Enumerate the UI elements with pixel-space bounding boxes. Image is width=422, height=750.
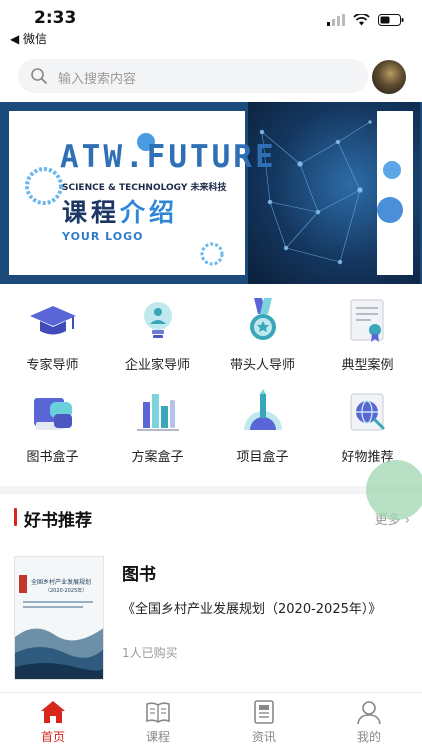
grid-item-expert-mentor[interactable]: 专家导师 [0, 296, 105, 382]
section-divider [0, 486, 422, 494]
grid-label: 项目盒子 [236, 450, 289, 465]
signal-icon [327, 14, 345, 26]
banner-subtitle: SCIENCE & TECHNOLOGY 未来科技 [62, 183, 227, 193]
banner-heading: 课程介绍 [62, 193, 178, 229]
book-cover-image: 全国乡村产业发展规划 （2020-2025年） [14, 556, 104, 680]
bottom-tab-bar: 首页 课程 资讯 我的 [0, 692, 422, 750]
banner-title: ATW.FUTURE [60, 139, 277, 175]
status-bar: 2:33 ◀ 微信 [0, 0, 422, 48]
banner-heading-light: 介绍 [120, 198, 179, 227]
books-icon [34, 398, 72, 430]
tab-home[interactable]: 首页 [13, 699, 93, 747]
search-input[interactable]: 输入搜索内容 [18, 59, 368, 93]
tab-courses[interactable]: 课程 [118, 699, 198, 747]
medal-icon [250, 298, 276, 340]
recommended-books-header: 好书推荐 更多 › [0, 500, 422, 534]
cover-subtitle: （2020-2025年） [45, 587, 87, 594]
grid-label: 典型案例 [341, 358, 394, 373]
avatar[interactable] [372, 60, 406, 94]
grid-label: 企业家导师 [124, 358, 190, 373]
section-accent-bar [14, 508, 17, 526]
home-icon [41, 701, 65, 723]
book-open-icon [146, 702, 170, 723]
floating-assist-button[interactable] [366, 460, 422, 520]
section-title: 好书推荐 [24, 511, 92, 531]
grid-label: 图书盒子 [26, 450, 79, 465]
grid-item-plan-box[interactable]: 方案盒子 [105, 388, 210, 474]
battery-icon [378, 14, 404, 26]
grid-label: 带头人导师 [229, 358, 295, 373]
tab-label: 首页 [40, 730, 65, 744]
grid-item-book-box[interactable]: 图书盒子 [0, 388, 105, 474]
pencil-dome-icon [244, 389, 282, 430]
banner-logo-text: YOUR LOGO [62, 230, 144, 243]
charts-icon [137, 394, 179, 431]
tab-mine[interactable]: 我的 [329, 699, 409, 747]
cover-title: 全国乡村产业发展规划 [31, 578, 91, 586]
user-icon [357, 701, 381, 725]
tab-label: 我的 [356, 730, 381, 744]
grid-item-project-box[interactable]: 项目盒子 [210, 388, 315, 474]
book-title: 《全国乡村产业发展规划（2020-2025年）》 [122, 602, 382, 617]
grid-label: 专家导师 [26, 358, 79, 373]
search-row: 输入搜索内容 [0, 56, 422, 96]
tab-label: 课程 [145, 730, 170, 744]
globe-frame-icon [350, 393, 385, 431]
banner-heading-dark: 课程 [62, 198, 121, 227]
certificate-document-icon [350, 299, 384, 342]
news-icon [254, 700, 274, 724]
book-category: 图书 [122, 565, 156, 585]
grid-item-leader-mentor[interactable]: 带头人导师 [210, 296, 315, 382]
wifi-icon [353, 14, 370, 26]
search-icon [31, 68, 47, 84]
grid-label: 方案盒子 [131, 450, 184, 465]
lightbulb-person-icon [144, 302, 172, 338]
category-grid: 专家导师 企业家导师 带头人导师 典型案例 图书盒子 方案盒子 项目盒子 好物推… [0, 296, 422, 478]
purchase-count: 1人已购买 [122, 646, 178, 660]
grid-item-entrepreneur-mentor[interactable]: 企业家导师 [105, 296, 210, 382]
tab-label: 资讯 [251, 730, 276, 744]
tab-news[interactable]: 资讯 [224, 699, 304, 747]
status-icons [327, 12, 404, 28]
back-to-wechat-link[interactable]: ◀ 微信 [10, 30, 47, 47]
book-cover-art: 全国乡村产业发展规划 （2020-2025年） [15, 557, 103, 679]
status-time: 2:33 [34, 8, 77, 28]
search-placeholder: 输入搜索内容 [58, 72, 137, 87]
grid-item-typical-cases[interactable]: 典型案例 [315, 296, 420, 382]
book-card[interactable]: 全国乡村产业发展规划 （2020-2025年） 图书 《全国乡村产业发展规划（2… [0, 548, 422, 688]
graduation-cap-icon [30, 306, 76, 335]
